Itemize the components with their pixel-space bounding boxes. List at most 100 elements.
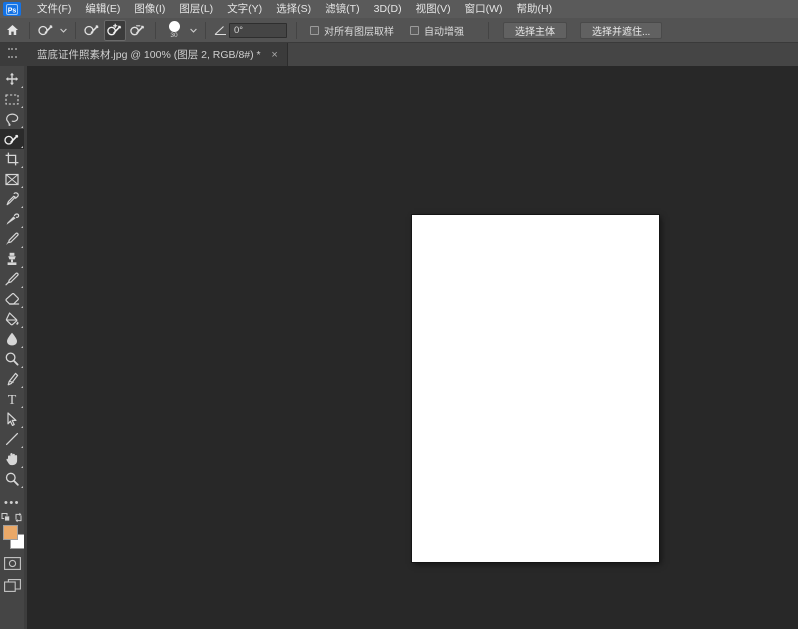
- options-separator: [155, 21, 156, 39]
- tool-quick-selection[interactable]: [0, 129, 24, 149]
- tool-spot-healing-brush[interactable]: [0, 209, 24, 229]
- tool-eraser[interactable]: [0, 289, 24, 309]
- tool-flyout-indicator: [21, 446, 23, 448]
- tool-dodge[interactable]: [0, 349, 24, 369]
- close-icon[interactable]: ×: [270, 49, 280, 60]
- menu-select[interactable]: 选择(S): [269, 0, 318, 18]
- menu-bar: Ps 文件(F) 编辑(E) 图像(I) 图层(L) 文字(Y) 选择(S) 滤…: [0, 0, 798, 18]
- home-icon[interactable]: [0, 18, 24, 43]
- tool-flyout-indicator: [21, 266, 23, 268]
- workarea-left-edge: [24, 66, 27, 629]
- menu-filter[interactable]: 滤镜(T): [318, 0, 366, 18]
- selection-mode-add[interactable]: [104, 19, 126, 41]
- brush-size-value: 30: [170, 32, 178, 39]
- selection-mode-new[interactable]: [81, 20, 103, 41]
- options-separator: [75, 21, 76, 39]
- menu-window[interactable]: 窗口(W): [458, 0, 510, 18]
- color-swatches: [0, 525, 25, 552]
- tool-flyout-indicator: [21, 166, 23, 168]
- tool-flyout-indicator: [21, 126, 23, 128]
- menu-view[interactable]: 视图(V): [409, 0, 458, 18]
- svg-text:Ps: Ps: [8, 7, 17, 14]
- color-controls-row: [0, 511, 24, 524]
- tool-flyout-indicator: [21, 486, 23, 488]
- document-canvas[interactable]: [412, 215, 659, 562]
- selection-mode-subtract[interactable]: [127, 20, 149, 41]
- tool-type[interactable]: T: [0, 389, 24, 409]
- menu-image[interactable]: 图像(I): [127, 0, 172, 18]
- tool-flyout-indicator: [21, 146, 23, 148]
- tool-blur[interactable]: [0, 329, 24, 349]
- tool-move[interactable]: [0, 69, 24, 89]
- sample-all-layers-checkbox[interactable]: 对所有图层取样: [310, 23, 394, 38]
- angle-icon: [211, 20, 229, 41]
- options-separator: [29, 21, 30, 39]
- canvas-work-area[interactable]: [24, 66, 798, 629]
- tool-eyedropper[interactable]: [0, 189, 24, 209]
- tool-flyout-indicator: [21, 246, 23, 248]
- tools-panel: T •••: [0, 66, 25, 629]
- document-tab-bar: 蓝底证件照素材.jpg @ 100% (图层 2, RGB/8#) * ×: [0, 43, 798, 66]
- tab-bar-drag-handle[interactable]: [0, 43, 27, 66]
- options-separator: [205, 21, 206, 39]
- tool-flyout-indicator: [21, 386, 23, 388]
- auto-enhance-checkbox[interactable]: 自动增强: [410, 23, 464, 38]
- photoshop-logo-icon: Ps: [3, 2, 21, 16]
- sample-all-layers-label: 对所有图层取样: [324, 26, 394, 38]
- tool-clone-stamp[interactable]: [0, 249, 24, 269]
- tool-preset-icon[interactable]: [35, 20, 56, 41]
- auto-enhance-label: 自动增强: [424, 26, 464, 38]
- menu-layer[interactable]: 图层(L): [172, 0, 220, 18]
- select-and-mask-button[interactable]: 选择并遮住...: [580, 21, 663, 39]
- menu-type[interactable]: 文字(Y): [220, 0, 269, 18]
- tool-history-brush[interactable]: [0, 269, 24, 289]
- tool-line[interactable]: [0, 429, 24, 449]
- tool-flyout-indicator: [21, 346, 23, 348]
- tool-flyout-indicator: [21, 286, 23, 288]
- menu-edit[interactable]: 编辑(E): [78, 0, 127, 18]
- tool-pen[interactable]: [0, 369, 24, 389]
- tool-flyout-indicator: [21, 86, 23, 88]
- photoshop-window: Ps 文件(F) 编辑(E) 图像(I) 图层(L) 文字(Y) 选择(S) 滤…: [0, 0, 798, 629]
- tool-flyout-indicator: [21, 406, 23, 408]
- tool-flyout-indicator: [21, 466, 23, 468]
- menu-help[interactable]: 帮助(H): [510, 0, 560, 18]
- svg-text:T: T: [8, 393, 17, 406]
- quick-mask-icon[interactable]: [0, 552, 24, 574]
- select-subject-button[interactable]: 选择主体: [503, 21, 567, 39]
- menu-file[interactable]: 文件(F): [30, 0, 78, 18]
- tool-lasso[interactable]: [0, 109, 24, 129]
- document-tab-title: 蓝底证件照素材.jpg @ 100% (图层 2, RGB/8#) *: [37, 49, 261, 61]
- tool-flyout-indicator: [21, 426, 23, 428]
- tool-flyout-indicator: [21, 106, 23, 108]
- options-separator: [488, 21, 489, 39]
- menu-3d[interactable]: 3D(D): [367, 0, 409, 18]
- brush-size-preview[interactable]: 30: [161, 18, 187, 43]
- tool-brush[interactable]: [0, 229, 24, 249]
- tool-flyout-indicator: [21, 206, 23, 208]
- tool-crop[interactable]: [0, 149, 24, 169]
- document-tab[interactable]: 蓝底证件照素材.jpg @ 100% (图层 2, RGB/8#) * ×: [27, 43, 288, 66]
- edit-toolbar-icon[interactable]: •••: [0, 495, 24, 511]
- screen-mode-icon[interactable]: [0, 574, 24, 596]
- tool-hand[interactable]: [0, 449, 24, 469]
- tool-preset-chevron-down-icon[interactable]: [57, 20, 70, 41]
- tool-gradient[interactable]: [0, 309, 24, 329]
- tool-rectangular-marquee[interactable]: [0, 89, 24, 109]
- tool-zoom[interactable]: [0, 469, 24, 489]
- tool-flyout-indicator: [21, 306, 23, 308]
- options-bar: 30 0° 对所有图层取样 自动增强 选择主体 选择并遮住...: [0, 18, 798, 43]
- tool-flyout-indicator: [21, 186, 23, 188]
- tool-flyout-indicator: [21, 366, 23, 368]
- tool-frame[interactable]: [0, 169, 24, 189]
- brush-tip-dot: [168, 21, 180, 32]
- foreground-color-swatch[interactable]: [3, 525, 18, 540]
- tool-flyout-indicator: [21, 226, 23, 228]
- brush-chevron-down-icon[interactable]: [187, 20, 200, 41]
- options-separator: [296, 21, 297, 39]
- angle-input[interactable]: 0°: [229, 22, 287, 38]
- checkbox-box: [410, 25, 419, 35]
- checkbox-box: [310, 25, 319, 35]
- tool-flyout-indicator: [21, 326, 23, 328]
- tool-path-selection[interactable]: [0, 409, 24, 429]
